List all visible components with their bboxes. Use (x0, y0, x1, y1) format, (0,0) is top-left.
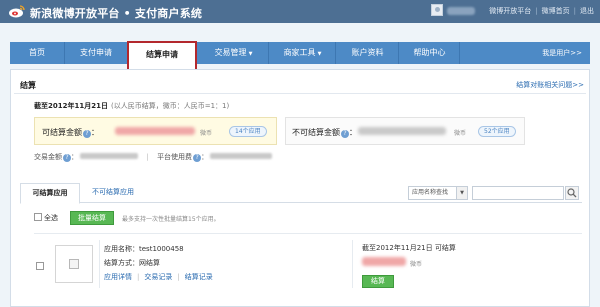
user-avatar[interactable] (431, 4, 443, 16)
settlement-faq-link[interactable]: 结算对账相关问题>> (516, 80, 584, 90)
help-icon[interactable]: ? (63, 154, 71, 162)
column-divider (352, 240, 353, 288)
search-icon (567, 188, 577, 198)
platform-fee-redacted (210, 153, 273, 159)
help-icon[interactable]: ? (83, 130, 91, 138)
row-divider (34, 233, 582, 234)
app-row-checkbox-wrap (36, 262, 46, 271)
settle-button[interactable]: 结算 (362, 275, 394, 288)
select-all[interactable]: 全选 (34, 213, 58, 223)
open-platform-link[interactable]: 微博开放平台 (489, 7, 531, 15)
weibo-home-link[interactable]: 微博首页 (542, 7, 570, 15)
nav-home[interactable]: 首页 (10, 42, 65, 64)
search-input[interactable] (472, 186, 564, 200)
nonsettleable-amount-redacted (358, 127, 446, 135)
batch-settle-button[interactable]: 批量结算 (70, 211, 114, 225)
app-amount-unit: 微币 (410, 261, 423, 268)
select-all-checkbox[interactable] (34, 213, 42, 221)
weibo-logo-icon[interactable] (8, 4, 26, 18)
tab-nonsettleable-apps[interactable]: 不可结算应用 (92, 187, 134, 197)
trade-records-link[interactable]: 交易记录 (144, 273, 172, 281)
nonsettleable-unit: 微币 (454, 130, 467, 137)
nav-account-info[interactable]: 账户资料 (337, 42, 399, 64)
nav-settlement-apply[interactable]: 结算申请 (127, 41, 197, 69)
settleable-apps-badge[interactable]: 14个应用 (229, 126, 267, 137)
nonsettleable-apps-badge[interactable]: 52个应用 (478, 126, 516, 137)
app-details-link[interactable]: 应用详情 (104, 273, 132, 281)
app-row-checkbox[interactable] (36, 262, 44, 270)
batch-note: 最多支持一次性批量结算15个应用。 (122, 216, 220, 223)
search-button[interactable] (565, 186, 579, 200)
chevron-down-icon: ▼ (248, 51, 253, 57)
select-value: 应用名称查找 (412, 189, 449, 196)
settleable-amount-label: 可结算金额?： (42, 128, 99, 138)
amount-meta-row: 交易金额?： | 平台使用费?： (34, 152, 273, 162)
settle-method: 网结算 (139, 259, 160, 267)
settle-records-link[interactable]: 结算记录 (185, 273, 213, 281)
main-nav: 首页 支付申请 交易管理 ▼ 商家工具 ▼ 账户资料 帮助中心 我是用户>> (10, 42, 590, 64)
chevron-down-icon: ▼ (456, 187, 467, 199)
app-amount-redacted (362, 257, 406, 266)
top-bar: 新浪微博开放平台 • 支付商户系统 微博开放平台 | 微博首页 | 退出 (0, 0, 600, 23)
settleable-amount-redacted (115, 127, 195, 135)
site-title: 新浪微博开放平台 • 支付商户系统 (30, 7, 203, 20)
help-icon[interactable]: ? (193, 154, 202, 162)
top-links: 微博开放平台 | 微博首页 | 退出 (489, 7, 594, 15)
currency-note: (以人民币结算，微币：人民币=1：1) (110, 102, 230, 110)
app-as-of: 截至2012年11月21日 可结算 (362, 244, 456, 252)
nav-trade-management[interactable]: 交易管理 ▼ (199, 42, 269, 64)
broken-image-icon (69, 259, 79, 269)
column-divider (99, 240, 100, 288)
platform-fee-label: 平台使用费 (157, 153, 193, 161)
username-redacted (447, 7, 475, 15)
app-name: test1000458 (139, 245, 184, 253)
logout-link[interactable]: 退出 (580, 7, 594, 15)
app-icon (55, 245, 93, 283)
settle-method-line: 结算方式：网结算 (104, 259, 160, 267)
nav-payment-apply[interactable]: 支付申请 (66, 42, 126, 64)
trade-amount-redacted (80, 153, 139, 159)
as-of-date: 截至2012年11月21日 (以人民币结算，微币：人民币=1：1) (34, 102, 230, 110)
section-title: 结算 (20, 81, 36, 90)
app-name-line: 应用名称：test1000458 (104, 245, 184, 253)
app-links: 应用详情 | 交易记录 | 结算记录 (104, 273, 213, 281)
trade-amount-label: 交易金额 (34, 153, 62, 161)
nav-user-link[interactable]: 我是用户>> (542, 42, 582, 64)
nonsettleable-amount-box: 不可结算金额?： 微币 52个应用 (285, 117, 525, 145)
tab-settleable-apps[interactable]: 可结算应用 (20, 183, 80, 204)
select-all-label: 全选 (44, 214, 58, 222)
section-divider (14, 93, 586, 94)
settleable-amount-box: 可结算金额?： 微币 14个应用 (34, 117, 277, 145)
nav-merchant-tools[interactable]: 商家工具 ▼ (270, 42, 336, 64)
app-search-select[interactable]: 应用名称查找 ▼ (408, 186, 468, 200)
settleable-unit: 微币 (200, 130, 213, 137)
help-icon[interactable]: ? (341, 130, 349, 138)
nonsettleable-amount-label: 不可结算金额?： (292, 128, 357, 138)
nav-help-center[interactable]: 帮助中心 (400, 42, 460, 64)
chevron-down-icon: ▼ (317, 51, 322, 57)
